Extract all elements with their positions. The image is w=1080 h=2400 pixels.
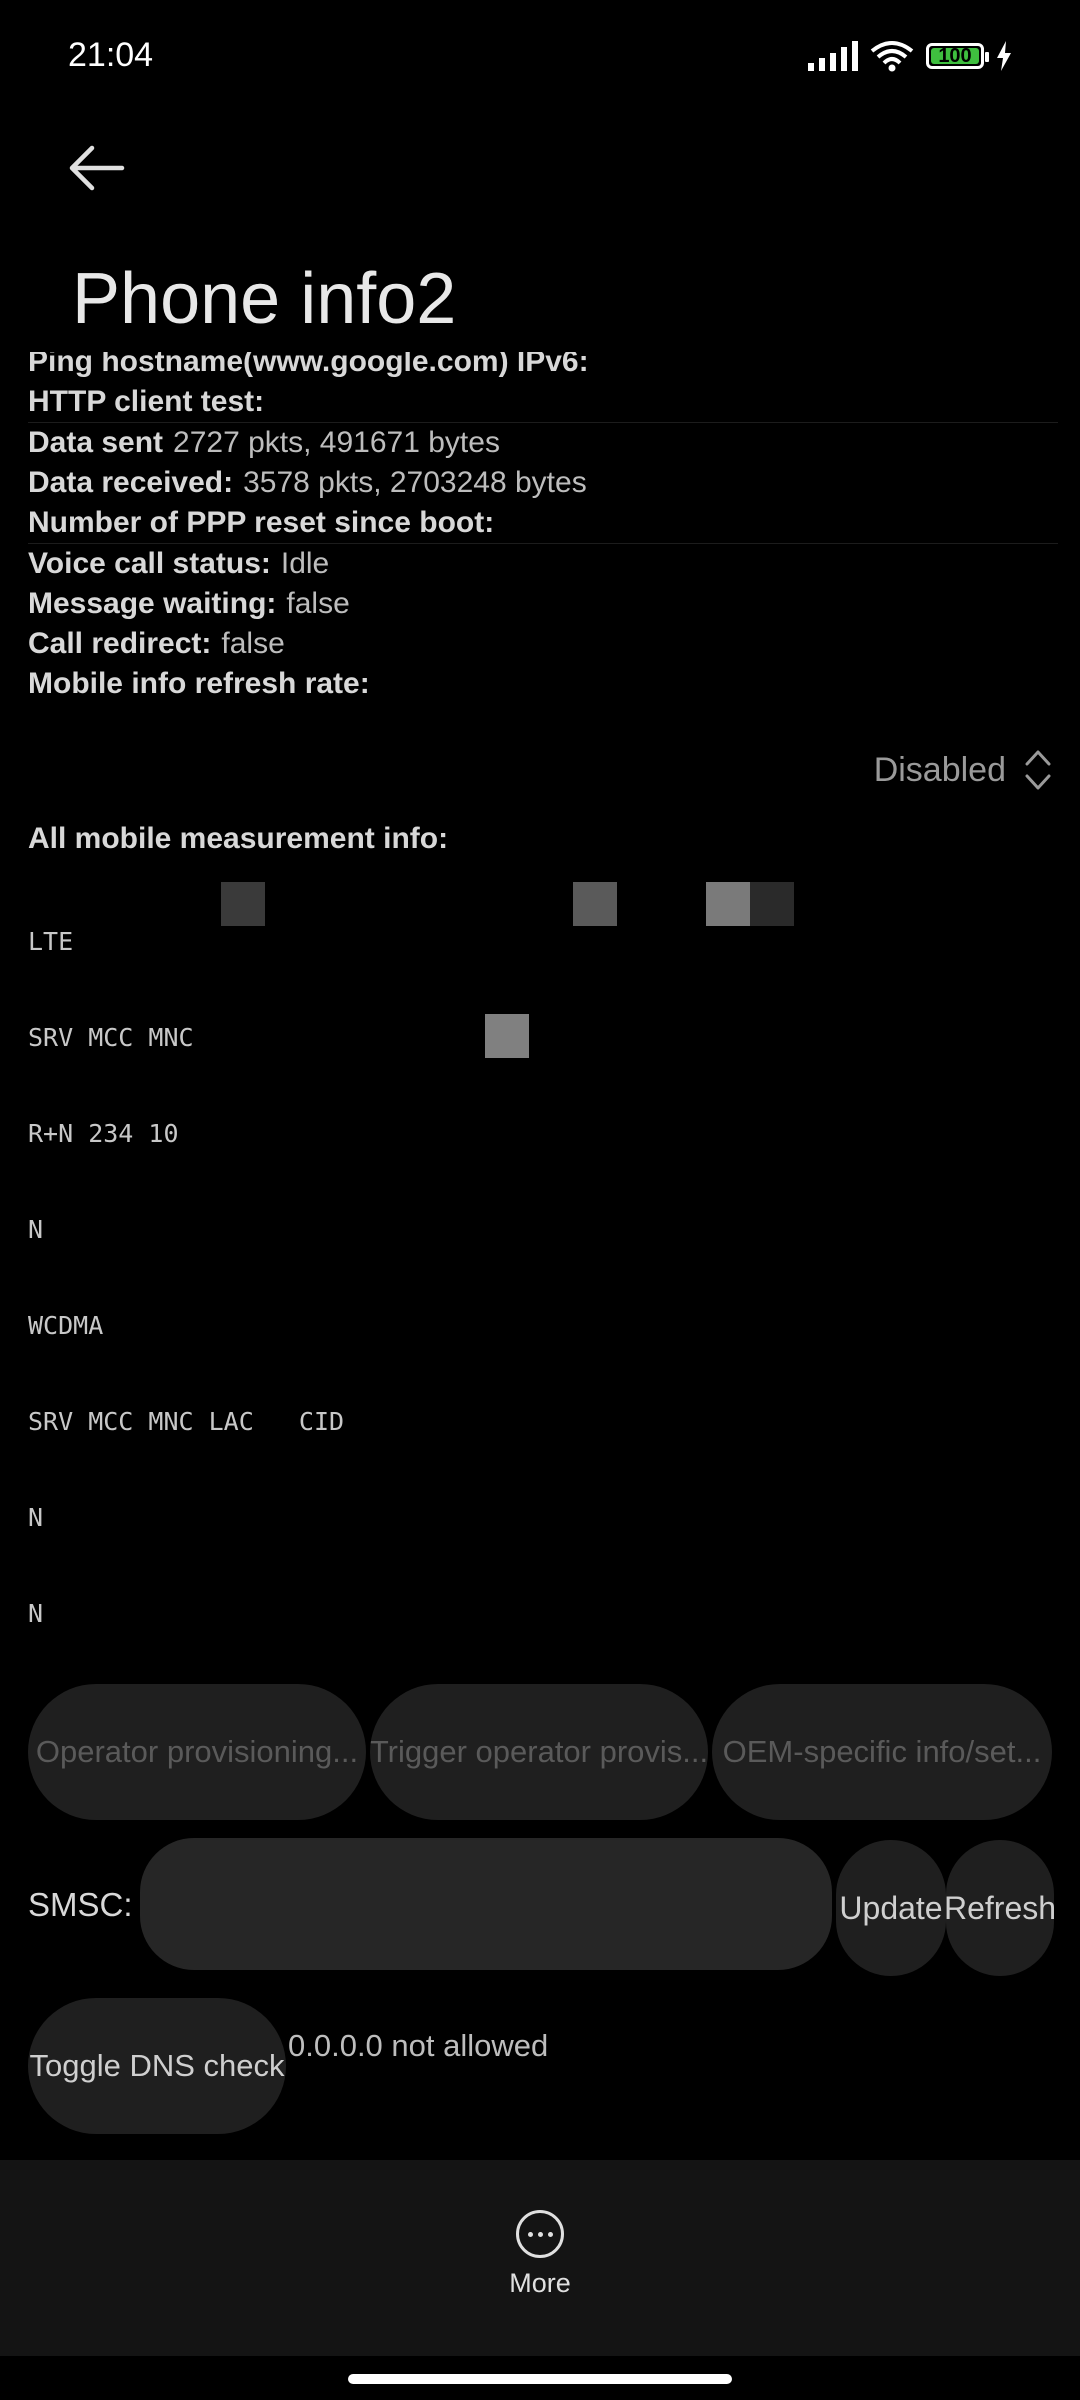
measurement-line: N — [28, 1599, 44, 1628]
operator-provisioning-button[interactable]: Operator provisioning... — [28, 1684, 366, 1820]
info-label: Mobile info refresh rate: — [28, 667, 370, 700]
button-label: Operator provisioning... — [35, 1734, 359, 1769]
measurement-line: R+N 234 10 — [28, 1119, 179, 1148]
info-value: 3578 pkts, 2703248 bytes — [243, 466, 587, 499]
home-indicator[interactable] — [348, 2374, 732, 2384]
info-value: Idle — [280, 547, 330, 580]
button-label: Toggle DNS check — [29, 2048, 285, 2083]
redaction-block — [573, 882, 617, 926]
redaction-block — [221, 882, 265, 926]
info-value: false — [286, 587, 350, 620]
refresh-button[interactable]: Refresh — [946, 1840, 1054, 1976]
more-icon — [516, 2210, 564, 2258]
more-label: More — [509, 2268, 571, 2298]
info-row-data-sent: Data sent 2727 pkts, 491671 bytes — [28, 423, 1058, 463]
status-time: 21:04 — [68, 36, 154, 74]
info-label: Data received: — [28, 466, 234, 499]
measurement-title: All mobile measurement info: — [28, 822, 449, 855]
info-value: false — [221, 627, 285, 660]
status-icons: 100 — [808, 40, 1012, 72]
button-label: OEM-specific info/set... — [722, 1734, 1042, 1769]
measurement-info: LTE SRV MCC MNC R+N 234 10 N WCDMA SRV M… — [28, 862, 344, 1662]
redaction-block — [485, 1014, 529, 1058]
info-value: 2727 pkts, 491671 bytes — [173, 426, 500, 459]
button-label: Trigger operator provis... — [370, 1734, 708, 1769]
info-label: Message waiting: — [28, 587, 277, 620]
info-row-ping-ipv6: Ping hostname(www.google.com) IPv6: — [28, 352, 1058, 382]
info-label: Ping hostname(www.google.com) IPv6: — [28, 352, 589, 378]
smsc-input[interactable] — [140, 1838, 832, 1970]
measurement-line: N — [28, 1503, 44, 1532]
button-label: Update — [839, 1889, 943, 1926]
info-row-ppp-reset: Number of PPP reset since boot: — [28, 503, 1058, 544]
info-list: Ping hostname(www.google.com) IPv6: HTTP… — [28, 352, 1058, 704]
back-arrow-icon — [69, 145, 125, 191]
battery-icon: 100 — [926, 43, 989, 69]
redaction-block — [706, 882, 750, 926]
measurement-line: WCDMA — [28, 1311, 104, 1340]
page-title: Phone info2 — [72, 259, 457, 339]
info-label: Number of PPP reset since boot: — [28, 506, 495, 539]
trigger-provisioning-button[interactable]: Trigger operator provis... — [370, 1684, 708, 1820]
info-row-call-redirect: Call redirect: false — [28, 624, 1058, 664]
info-label: Data sent — [28, 426, 164, 459]
info-row-message-waiting: Message waiting: false — [28, 584, 1058, 624]
back-button[interactable] — [66, 130, 146, 210]
refresh-rate-select[interactable]: Disabled — [874, 748, 1052, 792]
info-row-http-client: HTTP client test: — [28, 382, 1058, 423]
update-button[interactable]: Update — [836, 1840, 946, 1976]
wifi-icon — [870, 41, 914, 72]
battery-level: 100 — [938, 44, 972, 67]
info-label: HTTP client test: — [28, 385, 265, 418]
chevron-updown-icon — [1025, 750, 1051, 790]
measurement-line: SRV MCC MNC LAC CID — [28, 1407, 345, 1436]
smsc-label: SMSC: — [28, 1886, 133, 1923]
measurement-line: SRV MCC MNC — [28, 1023, 194, 1052]
info-row-data-received: Data received: 3578 pkts, 2703248 bytes — [28, 463, 1058, 503]
signal-icon — [808, 41, 858, 71]
charging-icon — [997, 41, 1011, 71]
more-button[interactable]: More — [490, 2210, 590, 2299]
button-label: Refresh — [946, 1889, 1054, 1926]
measurement-line: N — [28, 1215, 44, 1244]
oem-info-button[interactable]: OEM-specific info/set... — [712, 1684, 1052, 1820]
dns-status: 0.0.0.0 not allowed — [288, 2028, 549, 2063]
info-row-voice-call: Voice call status: Idle — [28, 544, 1058, 584]
measurement-line: LTE — [28, 927, 74, 956]
info-label: Voice call status: — [28, 547, 271, 580]
toggle-dns-button[interactable]: Toggle DNS check — [28, 1998, 286, 2134]
refresh-rate-value: Disabled — [873, 750, 1006, 789]
info-label: Call redirect: — [28, 627, 212, 660]
redaction-block — [750, 882, 794, 926]
info-row-refresh-rate: Mobile info refresh rate: — [28, 664, 1058, 704]
